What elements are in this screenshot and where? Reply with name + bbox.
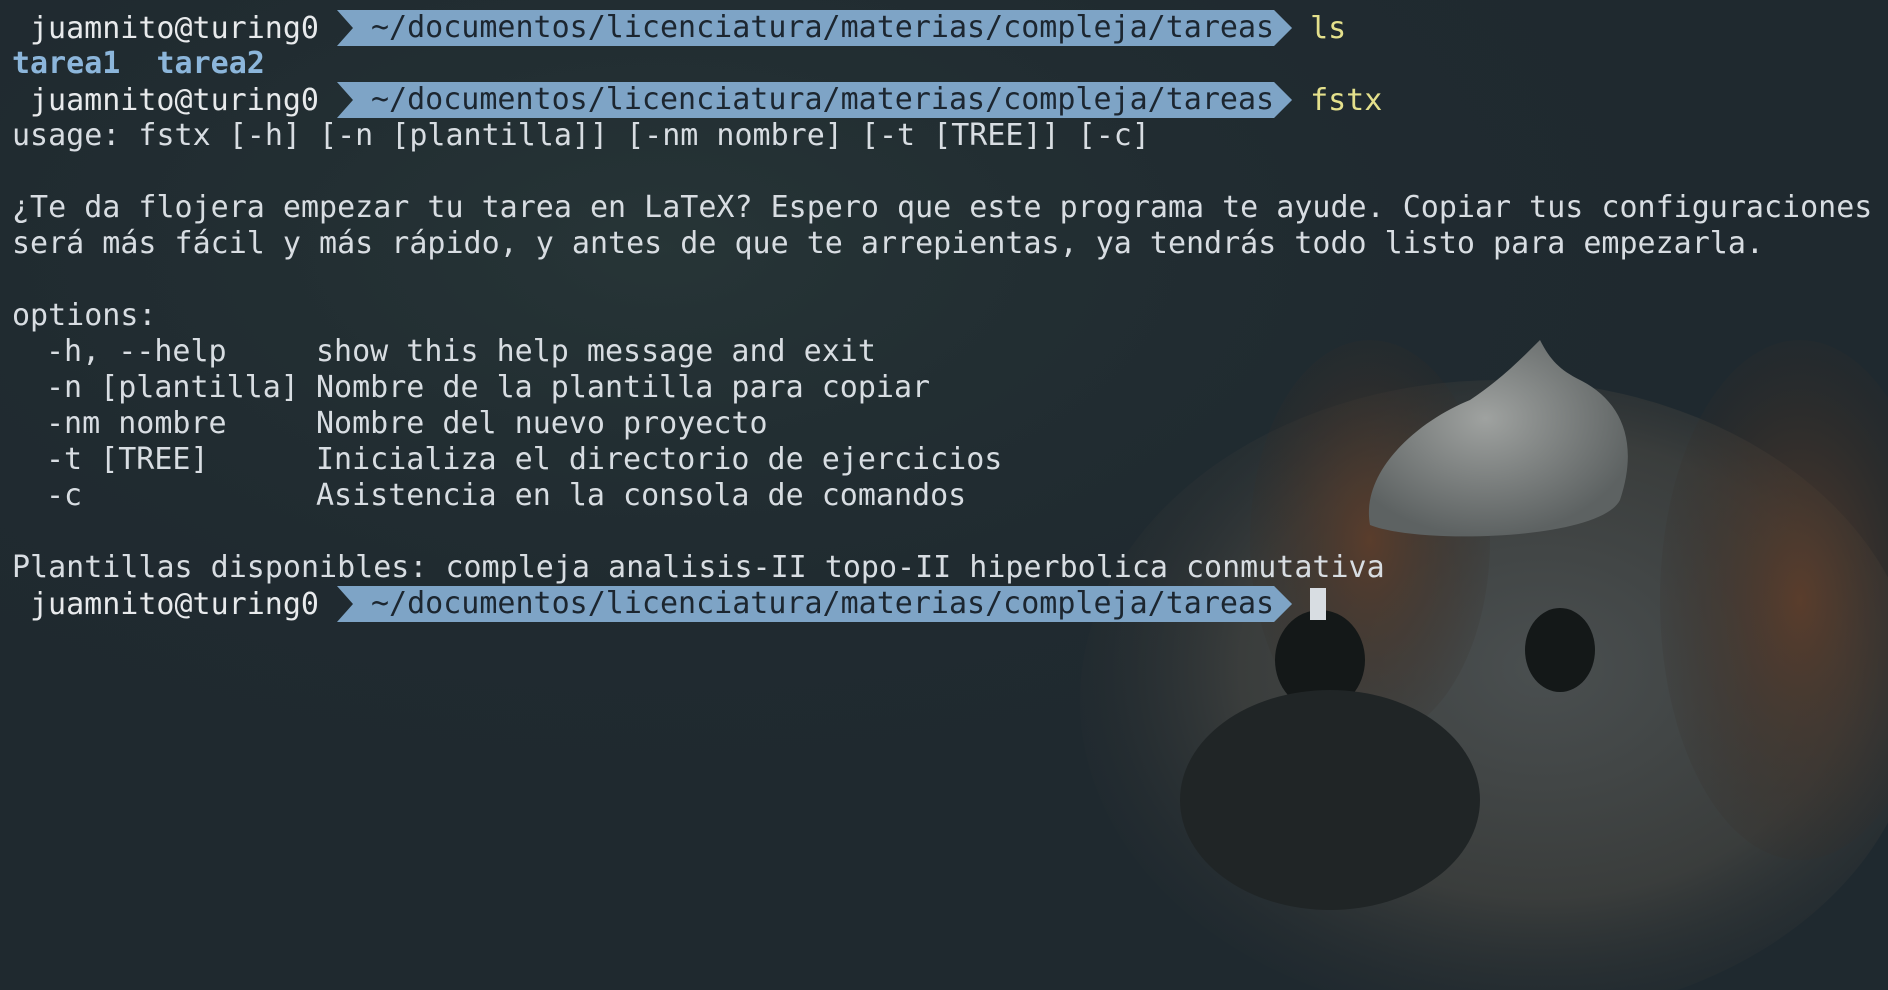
option-description: Nombre del nuevo proyecto <box>316 406 768 441</box>
option-row: -c Asistencia en la consola de comandos <box>12 478 1872 514</box>
option-flag: -n [plantilla] <box>46 370 299 405</box>
description-line: ¿Te da flojera empezar tu tarea en LaTeX… <box>12 190 1873 225</box>
option-row: -t [TREE] Inicializa el directorio de ej… <box>12 442 1872 478</box>
command-text: ls <box>1310 10 1347 46</box>
option-description: show this help message and exit <box>316 334 876 369</box>
prompt-line-active[interactable]: juamnito@turing0 ~/documentos/licenciatu… <box>12 586 1872 622</box>
description-line: será más fácil y más rápido, y antes de … <box>12 226 1764 261</box>
prompt-user: juamnito@turing0 <box>30 82 319 118</box>
option-flag: -c <box>46 478 83 513</box>
prompt-path: ~/documentos/licenciatura/materias/compl… <box>337 586 1292 622</box>
plantillas-line: Plantillas disponibles: compleja analisi… <box>12 550 1385 585</box>
command-text: fstx <box>1310 82 1383 118</box>
prompt-path: ~/documentos/licenciatura/materias/compl… <box>337 10 1292 46</box>
terminal-output[interactable]: juamnito@turing0 ~/documentos/licenciatu… <box>12 10 1872 622</box>
option-flag: -nm nombre <box>46 406 227 441</box>
prompt-line: juamnito@turing0 ~/documentos/licenciatu… <box>12 82 1872 118</box>
option-flag: -t [TREE] <box>46 442 209 477</box>
prompt-user: juamnito@turing0 <box>30 10 319 46</box>
option-flag: -h, --help <box>46 334 227 369</box>
option-description: Inicializa el directorio de ejercicios <box>316 442 1003 477</box>
text-cursor[interactable] <box>1310 588 1327 620</box>
option-row: -nm nombre Nombre del nuevo proyecto <box>12 406 1872 442</box>
usage-line: usage: fstx [-h] [-n [plantilla]] [-nm n… <box>12 118 1150 153</box>
options-header: options: <box>12 298 157 333</box>
prompt-user: juamnito@turing0 <box>30 586 319 622</box>
option-description: Asistencia en la consola de comandos <box>316 478 967 513</box>
prompt-path: ~/documentos/licenciatura/materias/compl… <box>337 82 1292 118</box>
prompt-line: juamnito@turing0 ~/documentos/licenciatu… <box>12 10 1872 46</box>
option-row: -n [plantilla] Nombre de la plantilla pa… <box>12 370 1872 406</box>
option-row: -h, --help show this help message and ex… <box>12 334 1872 370</box>
option-description: Nombre de la plantilla para copiar <box>316 370 931 405</box>
ls-output: tarea1 tarea2 <box>12 46 265 81</box>
